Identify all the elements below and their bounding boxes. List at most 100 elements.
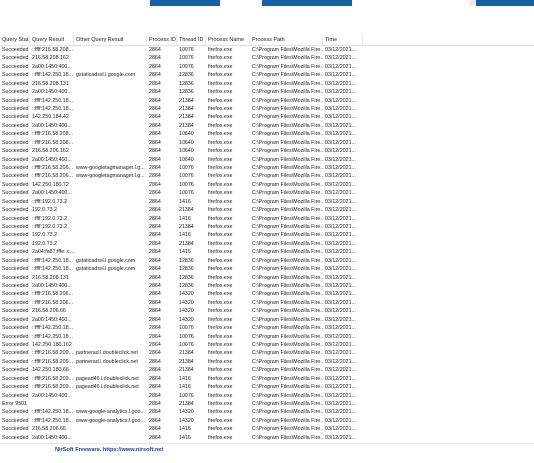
col-process-id-cell: 2864	[149, 131, 161, 138]
col-process-name-header[interactable]: Process Name	[206, 35, 250, 45]
table-row[interactable]: Succeeded 192.0.73.2 2864 21384 firefox.exe C…	[0, 240, 534, 248]
col-process-path-cell: C:\Program Files\Mozilla Fire...	[252, 181, 323, 188]
status-bar-text[interactable]: NirSoft Freeware. https://www.nirsoft.ne…	[55, 447, 163, 453]
table-row[interactable]: Succeeded::ffff:142.250.18... gstaticadss…	[0, 257, 534, 265]
table-row[interactable]: Succeeded 2a00:1450:400... 2864 10640 firefo…	[0, 156, 534, 164]
col-process-id-cell: 2864	[149, 274, 161, 281]
col-process-name-cell: firefox.exe	[208, 291, 233, 298]
table-row[interactable]: Succeeded::ffff:216.58.206... 2864 14320 fi…	[0, 290, 534, 298]
table-row[interactable]: Succeeded 192.0.73.2 2864 21384 firefox.exe C…	[0, 206, 534, 214]
col-time-cell: 03/12/2021...	[325, 316, 356, 323]
col-other-query-result-cell	[74, 240, 147, 248]
col-thread-id-cell: 10640	[179, 156, 194, 163]
table-row[interactable]: Succeeded 216.58.206.66 2864 14320 firefox.e…	[0, 307, 534, 315]
col-query-result-cell: ::ffff:142.250.18...	[32, 417, 73, 424]
col-time-cell: 03/12/2021...	[325, 266, 356, 273]
col-process-id-cell: 2864	[149, 114, 161, 121]
table-row[interactable]: Succeeded 216.58.206.162 2864 10640 firefox.…	[0, 147, 534, 155]
col-process-id-cell: 2864	[149, 342, 161, 349]
table-row[interactable]: Succeeded 216.58.206.66 2864 1416 firefox.ex…	[0, 425, 534, 433]
col-other-query-result-cell: www-googletagmanager.l.g...	[76, 165, 145, 172]
col-time-cell: 03/12/2021...	[325, 434, 356, 441]
table-row[interactable]: Succeeded 216.58.208.162 2864 10076 firefox.…	[0, 54, 534, 62]
table-row[interactable]: Succeeded::ffff:216.58.206... www-googlet…	[0, 172, 534, 180]
col-process-path-cell: C:\Program Files\Mozilla Fire...	[252, 384, 323, 391]
banner-image-center	[262, 0, 352, 6]
col-process-id-cell: 2864	[149, 240, 161, 247]
col-query-status-header[interactable]: Query Stat...	[0, 35, 30, 45]
col-process-id-cell: 2864	[149, 266, 161, 273]
col-query-result-cell: 2a04:fa87:fffe::c...	[32, 249, 74, 256]
col-other-query-result-cell: gstaticadssl.l.google.com	[76, 72, 136, 79]
col-other-query-result-cell	[74, 299, 147, 307]
table-row[interactable]: Succeeded 2a00:1450:400... 2864 10076 firefo…	[0, 392, 534, 400]
table-row[interactable]: Succeeded 2a00:1450:400... 2864 21384 firefo…	[0, 122, 534, 130]
col-thread-id-cell: 10076	[179, 181, 194, 188]
table-row[interactable]: Succeeded::ffff:216.58.206... 2864 14320 fi…	[0, 299, 534, 307]
col-process-path-cell: C:\Program Files\Mozilla Fire...	[252, 358, 323, 365]
col-process-name-cell: firefox.exe	[208, 156, 233, 163]
col-time-header[interactable]: Time	[323, 35, 363, 45]
col-process-id-header[interactable]: Process ID	[147, 35, 177, 45]
table-row[interactable]: Succeeded 2a00:1450:400... 2864 14320 firefo…	[0, 316, 534, 324]
table-row[interactable]: Succeeded::ffff:142.250.18... 2864 21384 fi…	[0, 105, 534, 113]
col-process-path-cell: C:\Program Files\Mozilla Fire...	[252, 114, 323, 121]
col-query-status-cell: Succeeded	[2, 316, 29, 323]
table-row[interactable]: Succeeded::ffff:192.0.73.2 2864 1416 firefo…	[0, 198, 534, 206]
table-row[interactable]: Succeeded::ffff:142.250.18... 2864 21384 fi…	[0, 97, 534, 105]
col-query-result-header[interactable]: Query Result	[30, 35, 74, 45]
col-other-query-result-cell: gstaticadssl.l.google.com	[76, 257, 136, 264]
col-process-path-header[interactable]: Process Path	[250, 35, 323, 45]
table-row[interactable]: Succeeded::ffff:192.0.73.2 2864 1416 firefo…	[0, 215, 534, 223]
table-row[interactable]: Succeeded::ffff:142.250.18... gstaticadss…	[0, 265, 534, 273]
col-process-path-cell: C:\Program Files\Mozilla Fire...	[252, 190, 323, 197]
table-row[interactable]: Succeeded::ffff:216.58.208... 2864 10076 fi…	[0, 46, 534, 54]
table-row[interactable]: Succeeded::ffff:192.0.73.2 2864 21384 firef…	[0, 223, 534, 231]
col-query-result-cell: 2a00:1450:400...	[32, 434, 72, 441]
table-row[interactable]: Succeeded::ffff:142.250.18... 2864 10076 fi…	[0, 333, 534, 341]
table-row[interactable]: Succeeded 2a00:1450:400... 2864 12836 firefo…	[0, 282, 534, 290]
col-time-cell: 03/12/2021...	[325, 97, 356, 104]
table-row[interactable]: Succeeded::ffff:142.250.18... 2864 10076 fi…	[0, 324, 534, 332]
table-row[interactable]: Succeeded::ffff:142.250.18... www-google-…	[0, 417, 534, 425]
table-row[interactable]: Succeeded::ffff:216.58.209... partnerad.l…	[0, 349, 534, 357]
col-query-result-cell: 142.250.180.72	[32, 181, 69, 188]
col-time-cell: 03/12/2021...	[325, 401, 356, 408]
col-thread-id-cell: 21384	[179, 358, 194, 365]
table-row[interactable]: Succeeded 142.250.180.162 2864 10076 firefox…	[0, 341, 534, 349]
table-row[interactable]: Succeeded 142.250.184.42 2864 21384 firefox.…	[0, 113, 534, 121]
col-time-cell: 03/12/2021...	[325, 342, 356, 349]
col-process-name-cell: firefox.exe	[208, 240, 233, 247]
col-process-path-cell: C:\Program Files\Mozilla Fire...	[252, 148, 323, 155]
table-row[interactable]: Succeeded 2a00:1450:400... 2864 10076 firefo…	[0, 63, 534, 71]
table-row[interactable]: Succeeded 2a00:1450:400... 2864 12836 firefo…	[0, 88, 534, 96]
table-row[interactable]: Succeeded::ffff:216.58.209... pagead46.l.…	[0, 383, 534, 391]
col-process-path-cell: C:\Program Files\Mozilla Fire...	[252, 426, 323, 433]
col-thread-id-cell: 10640	[179, 131, 194, 138]
col-other-query-result-cell	[74, 324, 147, 332]
table-row[interactable]: Succeeded 192.0.73.2 2864 1416 firefox.exe C:…	[0, 231, 534, 239]
table-row[interactable]: Succeeded 142.250.180.72 2864 10076 firefox.…	[0, 181, 534, 189]
table-row[interactable]: Succeeded::ffff:216.58.209... pagead46.l.…	[0, 375, 534, 383]
table-row[interactable]: Succeeded::ffff:216.58.208... 2864 10640 fi…	[0, 139, 534, 147]
table-row[interactable]: Succeeded::ffff:142.250.18... gstaticadss…	[0, 71, 534, 79]
col-other-query-result-cell: www-googletagmanager.l.g...	[76, 173, 145, 180]
table-row[interactable]: Succeeded 2a04:fa87:fffe::c... 2864 1416 fir…	[0, 248, 534, 256]
col-time-cell: 03/12/2021...	[325, 333, 356, 340]
table-row[interactable]: Succeeded 216.58.208.131 2864 12836 firefox.…	[0, 274, 534, 282]
table-row[interactable]: Succeeded 216.58.208.131 2864 12836 firefox.…	[0, 80, 534, 88]
col-time-cell: 03/12/2021...	[325, 257, 356, 264]
table-row[interactable]: Succeeded 142.250.180.66 2864 21384 firefox.…	[0, 366, 534, 374]
table-row[interactable]: Succeeded::ffff:216.58.209... partnerad.l…	[0, 358, 534, 366]
col-other-query-result-header[interactable]: Other Query Result	[74, 35, 147, 45]
col-other-query-result-cell: pagead46.l.doubleclick.net	[76, 375, 139, 382]
table-row[interactable]: Succeeded::ffff:216.58.208... 2864 10640 fi…	[0, 130, 534, 138]
table-row[interactable]: Error 9501 2864 21384 firefox.exe C:\Program…	[0, 400, 534, 408]
table-row[interactable]: Succeeded::ffff:142.250.18... www-google-…	[0, 408, 534, 416]
col-process-path-cell: C:\Program Files\Mozilla Fire...	[252, 165, 323, 172]
col-query-result-cell: ::ffff:216.58.206...	[32, 291, 73, 298]
table-row[interactable]: Succeeded::ffff:216.58.206... www-googlet…	[0, 164, 534, 172]
table-row[interactable]: Succeeded 2a00:1450:400... 2864 10076 firefo…	[0, 189, 534, 197]
table-row[interactable]: Succeeded 2a00:1450:400... 2864 1416 firefox…	[0, 434, 534, 442]
col-thread-id-header[interactable]: Thread ID	[177, 35, 206, 45]
